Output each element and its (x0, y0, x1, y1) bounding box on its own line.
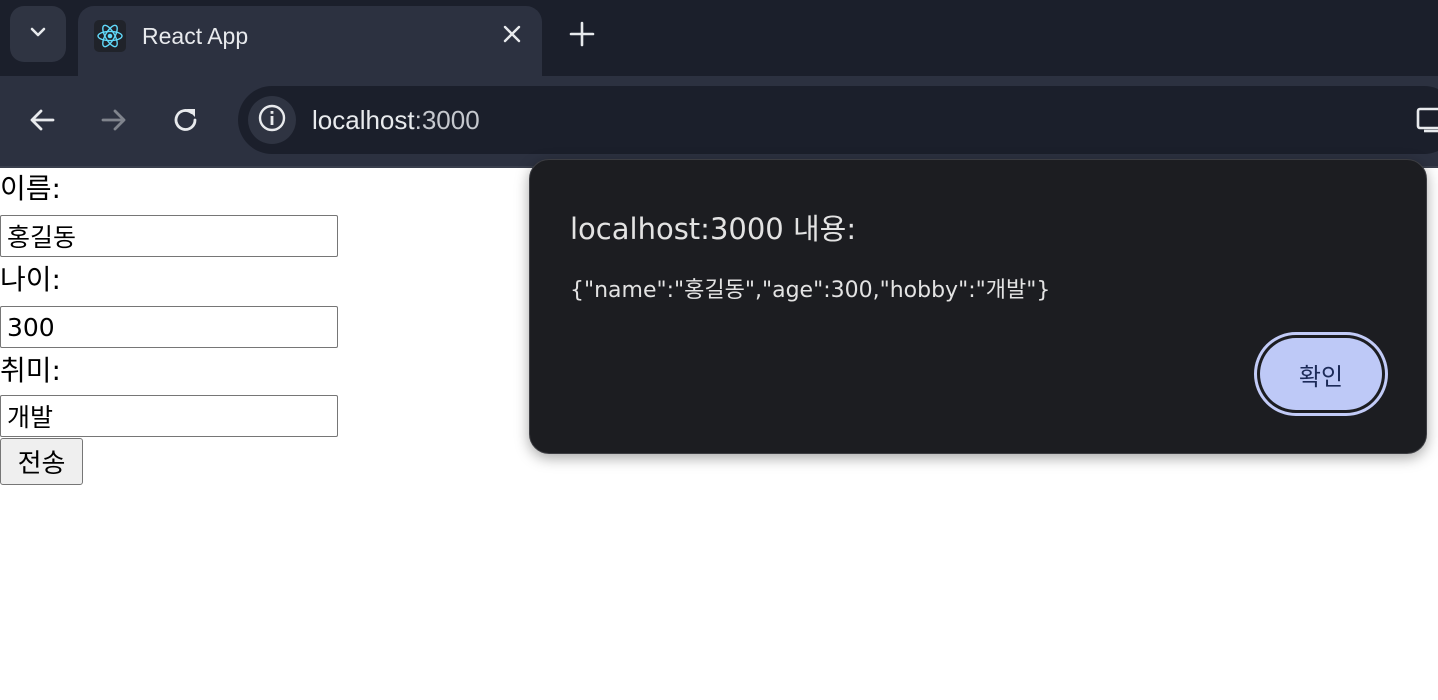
hobby-input[interactable] (0, 395, 338, 437)
new-tab-button[interactable] (562, 16, 602, 56)
plus-icon (569, 21, 595, 51)
reload-icon (171, 105, 201, 139)
tab-search-button[interactable] (10, 6, 66, 62)
info-icon (257, 103, 287, 137)
tab-strip: React App (0, 0, 1438, 76)
hobby-label: 취미: (0, 354, 61, 387)
address-bar[interactable]: localhost:3000 (238, 86, 1438, 154)
alert-ok-button[interactable]: 확인 (1254, 332, 1388, 416)
name-input[interactable] (0, 215, 338, 257)
url-port: :3000 (414, 105, 480, 135)
age-label: 나이: (0, 263, 61, 296)
arrow-left-icon (27, 105, 57, 139)
name-label: 이름: (0, 172, 61, 205)
chevron-down-icon (27, 21, 49, 47)
back-button[interactable] (18, 98, 66, 146)
close-icon (502, 24, 522, 48)
tab-react-app[interactable]: React App (78, 6, 542, 76)
close-tab-button[interactable] (496, 20, 528, 52)
site-info-button[interactable] (248, 96, 296, 144)
reload-button[interactable] (162, 98, 210, 146)
alert-title: localhost:3000 내용: (570, 212, 857, 246)
tab-title: React App (142, 23, 249, 49)
forward-button[interactable] (90, 98, 138, 146)
alert-message: {"name":"홍길동","age":300,"hobby":"개발"} (570, 278, 1051, 303)
url-text: localhost:3000 (312, 105, 480, 136)
url-host: localhost (312, 105, 415, 135)
age-input[interactable] (0, 306, 338, 348)
arrow-right-icon (99, 105, 129, 139)
submit-button[interactable]: 전송 (0, 438, 83, 485)
cast-icon[interactable] (1414, 104, 1438, 134)
browser-toolbar: localhost:3000 (0, 76, 1438, 166)
alert-dialog: localhost:3000 내용: {"name":"홍길동","age":3… (529, 159, 1427, 454)
react-logo-icon (94, 20, 126, 52)
alert-ok-label: 확인 (1260, 338, 1382, 410)
